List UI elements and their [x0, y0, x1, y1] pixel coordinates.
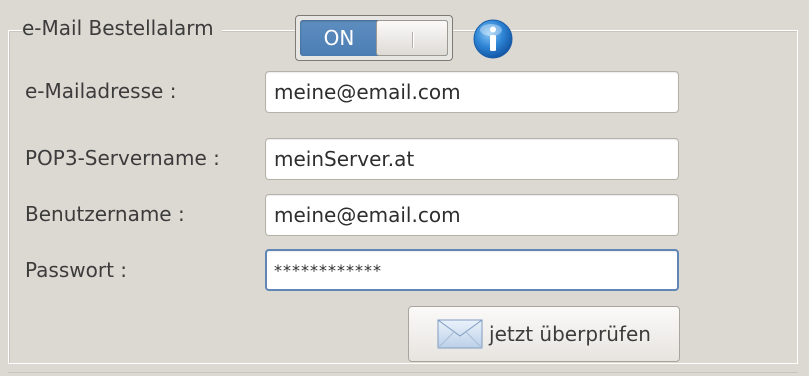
check-now-label: jetzt überprüfen [489, 322, 651, 346]
check-now-button[interactable]: jetzt überprüfen [408, 306, 680, 362]
pop3-server-label: POP3-Servername : [25, 146, 220, 170]
email-field[interactable] [265, 71, 679, 113]
username-field[interactable] [265, 194, 679, 236]
username-label: Benutzername : [25, 202, 185, 226]
toggle-knob[interactable] [376, 20, 448, 56]
alarm-toggle-switch[interactable]: ON [295, 15, 453, 61]
pop3-server-field[interactable] [265, 138, 679, 180]
password-field[interactable] [265, 249, 679, 291]
password-label: Passwort : [25, 258, 128, 282]
toggle-on-label: ON [323, 26, 355, 50]
info-icon[interactable] [471, 17, 515, 61]
toggle-track: ON [300, 20, 448, 56]
email-label: e-Mailadresse : [25, 79, 177, 103]
group-title: e-Mail Bestellalarm [22, 13, 222, 45]
knob-grip [412, 32, 413, 48]
divider [8, 372, 798, 373]
envelope-icon [437, 319, 483, 349]
